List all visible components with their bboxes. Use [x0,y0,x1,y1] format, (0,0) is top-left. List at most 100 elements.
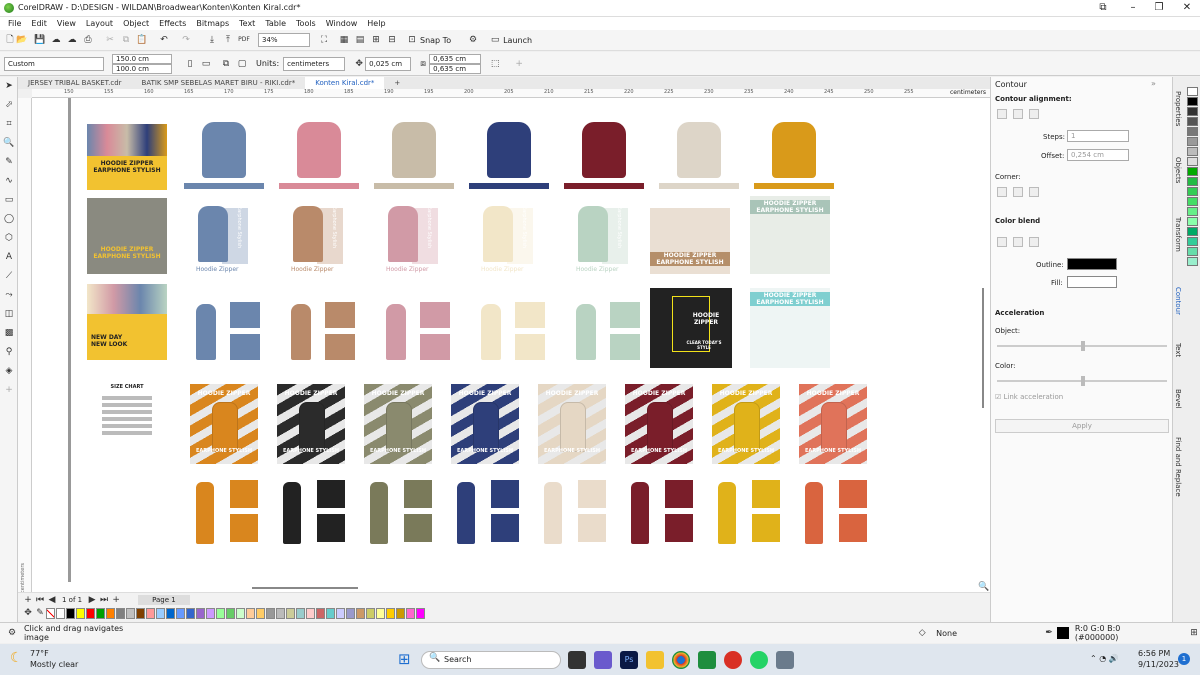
poster-thumb[interactable]: HOODIE ZIPPER EARPHONE STYLISH [538,384,606,464]
units-select[interactable]: centimeters [283,56,346,71]
banner-group-photo-1[interactable]: HOODIE ZIPPER EARPHONE STYLISH [650,208,730,274]
vertical-color-swatch[interactable] [1187,87,1198,96]
color-swatch[interactable] [206,607,215,619]
vertical-color-swatch[interactable] [1187,107,1198,116]
chrome-icon[interactable] [672,651,690,669]
outline-color-picker[interactable] [1067,258,1117,270]
treat-as-filled-icon[interactable]: ⬚ [489,58,501,70]
color-swatch[interactable] [166,607,175,619]
undo-icon[interactable]: ↶ [158,34,170,46]
duplicate-x-field[interactable]: 0,635 cm [429,53,482,64]
poster-thumb[interactable]: HOODIE ZIPPER EARPHONE STYLISH [712,384,780,464]
menu-layout[interactable]: Layout [86,19,113,28]
chrome-profile-icon[interactable] [724,651,742,669]
start-windows-icon[interactable]: ⊞ [398,650,411,668]
portrait-icon[interactable]: ▯ [184,58,196,70]
menu-effects[interactable]: Effects [159,19,186,28]
horizontal-ruler[interactable]: 150 155 160 165 170 175 180 185 190 195 200 205 210 2… [32,89,990,98]
product-detail-thumb[interactable] [714,478,786,548]
notification-badge[interactable]: 1 [1178,653,1190,665]
freehand-tool-icon[interactable]: ✎ [3,156,15,168]
tab-find-replace[interactable]: Find and Replace [1174,437,1182,497]
blend-linear-icon[interactable] [997,237,1007,247]
artistic-media-icon[interactable]: ∿ [3,175,15,187]
steps-field[interactable]: 1 [1067,130,1129,142]
color-swatch[interactable] [336,607,345,619]
maximize-button[interactable]: ❐ [1148,1,1170,15]
export-pdf-icon[interactable]: PDF [238,34,250,46]
add-icon[interactable]: + [513,58,525,70]
product-detail-thumb[interactable] [366,478,438,548]
model-photo-thumb[interactable]: Earphone Stylish Hoodie Zipper [287,202,367,274]
hoodie-product-thumb[interactable] [754,122,834,190]
poster-thumb[interactable]: HOODIE ZIPPER EARPHONE STYLISH [277,384,345,464]
clock-date[interactable]: 9/11/2023 [1138,660,1179,669]
weather-desc[interactable]: Mostly clear [30,660,78,669]
current-page-icon[interactable]: ▢ [236,58,248,70]
pan-icon[interactable]: ✥ [22,607,34,619]
snap-icon[interactable]: ⊡ [406,34,418,46]
eyedropper-icon[interactable]: ✎ [34,607,46,619]
vertical-color-swatch[interactable] [1187,207,1198,216]
transparency-tool-icon[interactable]: ▩ [3,327,15,339]
page-height-field[interactable]: 100.0 cm [112,63,172,74]
fill-tool-icon[interactable]: ◈ [3,365,15,377]
status-add-icon[interactable]: ⊞ [1188,627,1200,639]
color-swatch[interactable] [216,607,225,619]
color-swatch[interactable] [396,607,405,619]
color-swatch[interactable] [346,607,355,619]
vertical-color-swatch[interactable] [1187,247,1198,256]
poster-thumb[interactable]: HOODIE ZIPPER EARPHONE STYLISH [799,384,867,464]
color-swatch[interactable] [96,607,105,619]
color-swatch[interactable] [106,607,115,619]
clock-time[interactable]: 6:56 PM [1138,649,1170,658]
color-swatch[interactable] [186,607,195,619]
hoodie-product-thumb[interactable] [279,122,359,190]
system-tray-icons[interactable]: ⌃ ◔ 🔊 [1090,654,1119,663]
object-slider-handle[interactable] [1081,341,1085,351]
size-chart[interactable]: SIZE CHART [87,384,167,450]
nudge-distance-field[interactable]: 0,025 cm [365,56,412,71]
copy-icon[interactable]: ⧉ [120,34,132,46]
detail-photo-thumb[interactable] [477,294,557,366]
color-swatch[interactable] [256,607,265,619]
guidelines-icon[interactable]: ⊟ [386,34,398,46]
no-color-swatch[interactable] [46,607,55,619]
vertical-color-swatch[interactable] [1187,257,1198,266]
tab-transform[interactable]: Transform [1174,217,1182,252]
menu-table[interactable]: Table [265,19,286,28]
color-swatch[interactable] [306,607,315,619]
menu-window[interactable]: Window [326,19,358,28]
first-page-icon[interactable]: ⏮ [34,594,46,606]
coreldraw-taskbar-icon[interactable] [698,651,716,669]
minimize-button[interactable]: – [1122,1,1144,15]
contour-inside-icon[interactable] [1013,109,1023,119]
options-gear-icon[interactable]: ⚙ [467,34,479,46]
color-swatch[interactable] [276,607,285,619]
whatsapp-icon[interactable] [750,651,768,669]
close-button[interactable]: ✕ [1176,1,1198,15]
polygon-tool-icon[interactable]: ⬡ [3,232,15,244]
add-tool-icon[interactable]: + [3,384,15,396]
calculator-icon[interactable] [776,651,794,669]
tab-text[interactable]: Text [1174,343,1182,357]
product-detail-thumb[interactable] [279,478,351,548]
paste-icon[interactable]: 📋 [136,34,148,46]
color-swatch[interactable] [416,607,425,619]
launch-dropdown[interactable]: Launch [503,36,532,45]
tab-contour[interactable]: Contour [1174,287,1182,315]
redo-icon[interactable]: ↷ [180,34,192,46]
detail-photo-thumb[interactable] [382,294,462,366]
meet-icon[interactable] [594,651,612,669]
crop-tool-icon[interactable]: ⌗ [3,118,15,130]
tab-jersey-tribal[interactable]: JERSEY TRIBAL BASKET.cdr [18,77,132,89]
landscape-icon[interactable]: ▭ [200,58,212,70]
import-icon[interactable]: ⤓ [206,34,218,46]
zoom-corner-icon[interactable]: 🔍 [978,582,989,592]
open-folder-icon[interactable]: 📂 [16,34,28,46]
color-swatch[interactable] [386,607,395,619]
print-icon[interactable]: ⎙ [82,34,94,46]
docker-collapse-icon[interactable]: » [1151,79,1156,88]
vertical-color-swatch[interactable] [1187,187,1198,196]
cloud-download-icon[interactable]: ☁ [66,34,78,46]
